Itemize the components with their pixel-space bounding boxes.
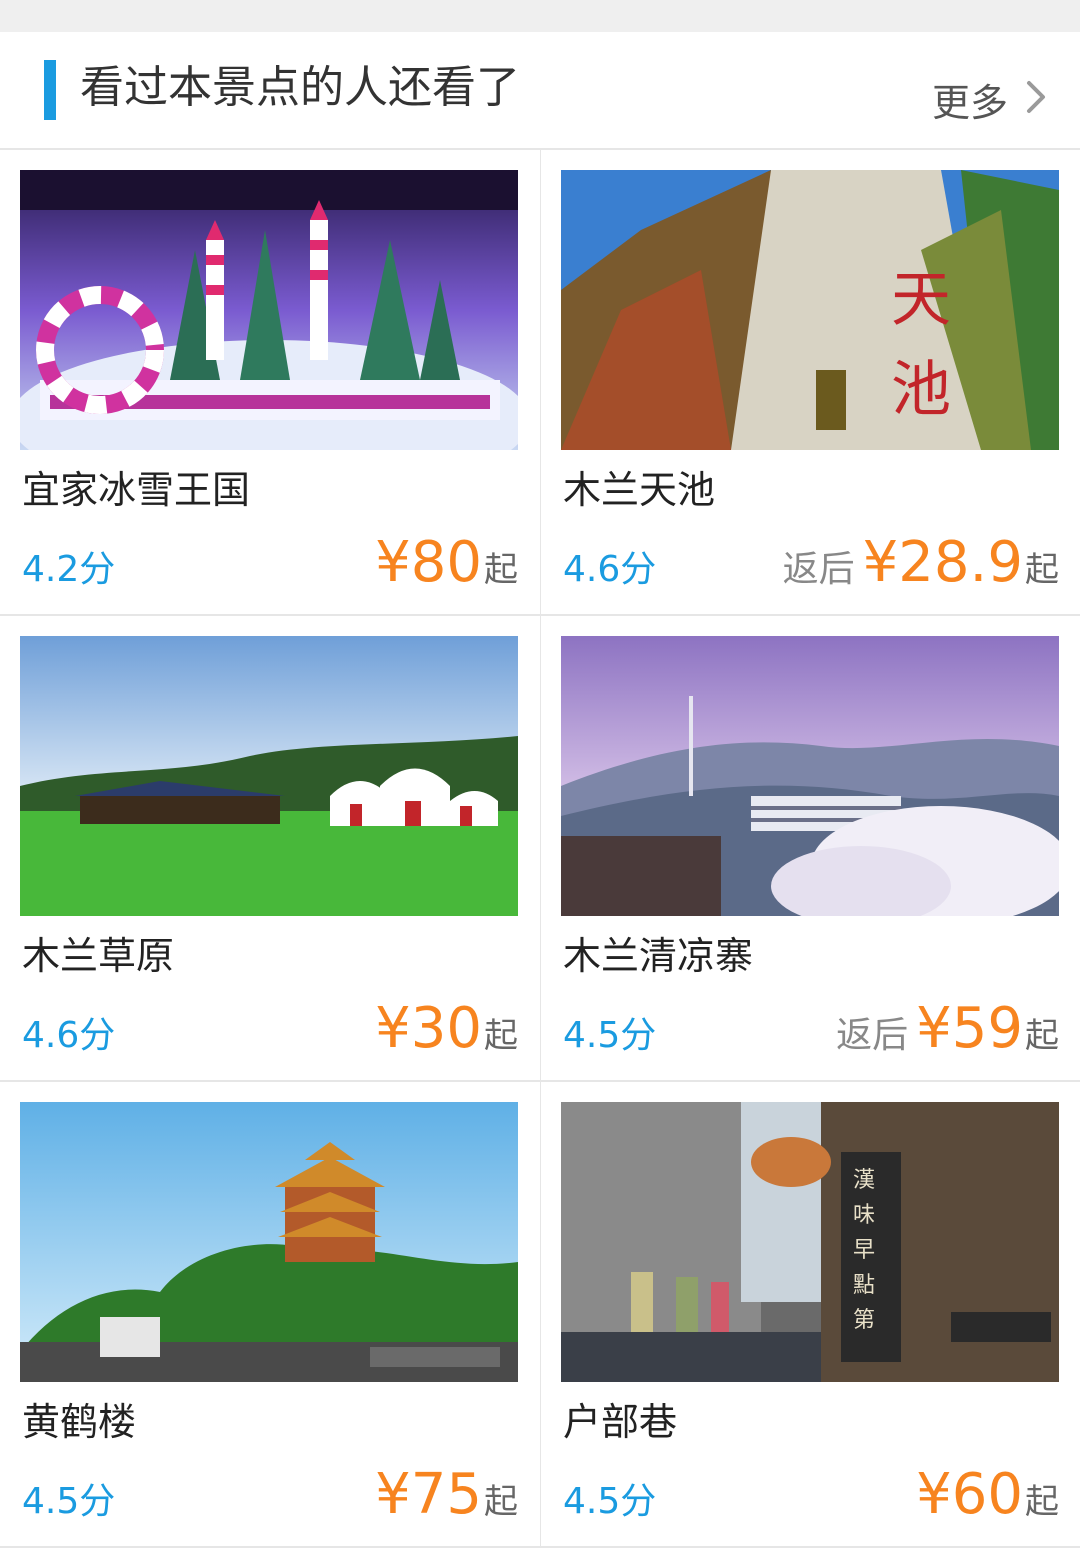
attraction-rating: 4.2分 bbox=[22, 549, 116, 590]
attraction-rating: 4.5分 bbox=[563, 1481, 657, 1522]
attraction-price: ¥75 起 bbox=[367, 1462, 518, 1528]
svg-text:天: 天 bbox=[891, 265, 951, 335]
attraction-rating: 4.5分 bbox=[22, 1481, 116, 1522]
price-value: ¥80 bbox=[375, 530, 482, 595]
attraction-photo bbox=[561, 636, 1059, 916]
price-value: ¥59 bbox=[916, 996, 1023, 1061]
price-prefix: 返后 bbox=[836, 1015, 909, 1056]
attraction-card[interactable]: 漢 味 早 點 第 户部巷 4.5分 ¥60 起 bbox=[541, 1082, 1080, 1546]
attraction-card[interactable]: 天 池 木兰天池 4.6分 返后 ¥28.9 起 bbox=[541, 150, 1080, 614]
price-prefix: 返后 bbox=[782, 549, 855, 590]
row-divider bbox=[0, 1546, 1080, 1548]
attraction-card[interactable]: 宜家冰雪王国 4.2分 ¥80 起 bbox=[0, 150, 542, 614]
attraction-photo bbox=[20, 1102, 518, 1382]
section-header: 看过本景点的人还看了 更多 bbox=[0, 32, 1080, 150]
attraction-price: ¥80 起 bbox=[367, 530, 518, 596]
price-suffix: 起 bbox=[1025, 1016, 1059, 1056]
attraction-price: 返后 ¥59 起 bbox=[836, 996, 1059, 1062]
attraction-rating: 4.5分 bbox=[563, 1015, 657, 1056]
attraction-name: 黄鹤楼 bbox=[22, 1400, 137, 1444]
svg-text:池: 池 bbox=[891, 355, 951, 425]
price-suffix: 起 bbox=[484, 1016, 518, 1056]
attraction-name: 木兰天池 bbox=[563, 468, 716, 512]
svg-text:第: 第 bbox=[853, 1308, 875, 1333]
attraction-rating: 4.6分 bbox=[22, 1015, 116, 1056]
attraction-name: 木兰清凉寨 bbox=[563, 934, 754, 978]
attraction-name: 户部巷 bbox=[563, 1400, 678, 1444]
svg-text:早: 早 bbox=[853, 1238, 875, 1263]
price-suffix: 起 bbox=[484, 550, 518, 590]
more-label: 更多 bbox=[931, 80, 1008, 125]
price-value: ¥75 bbox=[375, 1462, 482, 1527]
attraction-price: ¥60 起 bbox=[908, 1462, 1059, 1528]
price-suffix: 起 bbox=[1025, 550, 1059, 590]
svg-text:點: 點 bbox=[853, 1273, 875, 1298]
attraction-photo: 漢 味 早 點 第 bbox=[561, 1102, 1059, 1382]
price-value: ¥60 bbox=[916, 1462, 1023, 1527]
svg-text:味: 味 bbox=[853, 1203, 875, 1228]
section-title: 看过本景点的人还看了 bbox=[80, 62, 520, 113]
attraction-name: 木兰草原 bbox=[22, 934, 175, 978]
attraction-price: ¥30 起 bbox=[367, 996, 518, 1062]
price-suffix: 起 bbox=[1025, 1482, 1059, 1522]
more-button[interactable]: 更多 bbox=[932, 72, 1046, 126]
recommendation-panel: 看过本景点的人还看了 更多 宜家冰雪王国 4.2分 ¥80 起 天 池 木兰天池… bbox=[0, 32, 1080, 1560]
chevron-right-icon bbox=[1026, 80, 1046, 118]
attraction-photo bbox=[20, 170, 518, 450]
price-value: ¥30 bbox=[375, 996, 482, 1061]
attraction-photo: 天 池 bbox=[561, 170, 1059, 450]
attraction-rating: 4.6分 bbox=[563, 549, 657, 590]
attraction-card[interactable]: 木兰草原 4.6分 ¥30 起 bbox=[0, 616, 542, 1080]
attraction-name: 宜家冰雪王国 bbox=[22, 468, 251, 512]
price-suffix: 起 bbox=[484, 1482, 518, 1522]
attraction-price: 返后 ¥28.9 起 bbox=[783, 530, 1059, 596]
attraction-photo bbox=[20, 636, 518, 916]
attraction-grid: 宜家冰雪王国 4.2分 ¥80 起 天 池 木兰天池 4.6分 返后 ¥28.9… bbox=[0, 150, 1080, 1560]
attraction-card[interactable]: 黄鹤楼 4.5分 ¥75 起 bbox=[0, 1082, 542, 1546]
svg-text:漢: 漢 bbox=[853, 1168, 875, 1193]
attraction-card[interactable]: 木兰清凉寨 4.5分 返后 ¥59 起 bbox=[541, 616, 1080, 1080]
accent-bar bbox=[44, 60, 56, 120]
price-value: ¥28.9 bbox=[862, 530, 1023, 595]
